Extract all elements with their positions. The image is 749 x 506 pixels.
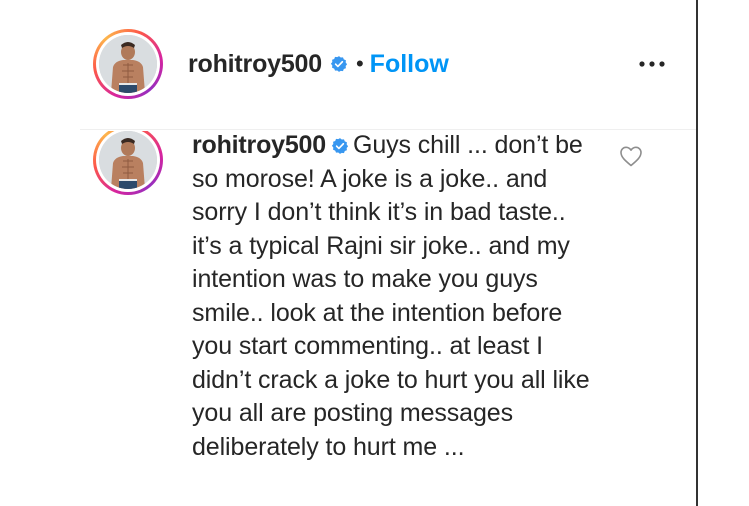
avatar[interactable] <box>99 35 157 93</box>
comment-username-link[interactable]: rohitroy500 <box>192 131 326 159</box>
like-comment-button[interactable] <box>619 145 643 167</box>
story-ring[interactable] <box>93 29 163 99</box>
heart-outline-icon <box>620 146 642 167</box>
verified-badge-icon <box>331 138 349 154</box>
ellipsis-icon <box>639 61 665 67</box>
comment-story-ring[interactable] <box>93 131 163 195</box>
verified-badge-icon <box>330 56 348 72</box>
post-header: rohitroy500 • Follow <box>0 0 696 128</box>
comment-text: Guys chill ... don’t be so morose! A jok… <box>192 131 590 461</box>
comment-avatar[interactable] <box>99 131 157 189</box>
username-link[interactable]: rohitroy500 <box>188 50 322 79</box>
panel-right-border <box>696 0 698 506</box>
avatar-photo <box>99 35 157 93</box>
separator-dot: • <box>355 51 364 76</box>
comment-body: rohitroy500 Guys chill ... don’t be so mo… <box>192 129 592 464</box>
more-options-button[interactable] <box>636 52 668 76</box>
follow-button[interactable]: Follow <box>370 50 449 79</box>
avatar-photo <box>99 131 157 189</box>
header-name-row: rohitroy500 • Follow <box>188 46 449 82</box>
instagram-post-panel: rohitroy500 • Follow rohitroy500 Guys ch… <box>0 0 749 506</box>
